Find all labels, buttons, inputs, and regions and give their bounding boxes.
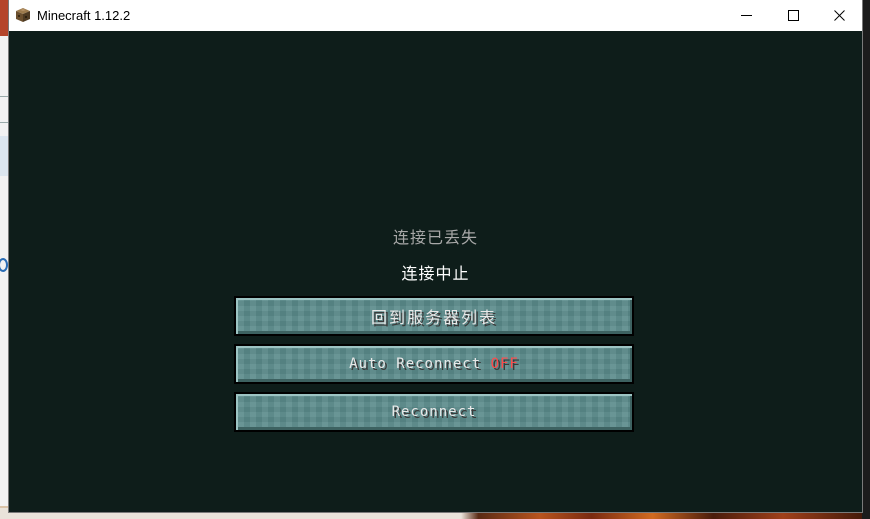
maximize-icon	[787, 10, 799, 21]
window-title: Minecraft 1.12.2	[37, 8, 131, 23]
minecraft-block-icon	[16, 8, 30, 22]
desktop-background	[0, 0, 8, 36]
minimize-button[interactable]	[723, 0, 769, 31]
auto-reconnect-text: Auto Reconnect	[349, 356, 482, 372]
auto-reconnect-toggle[interactable]: Auto Reconnect OFF	[234, 344, 634, 384]
desktop-background-right	[862, 0, 870, 519]
maximize-button[interactable]	[770, 0, 816, 31]
game-screen: 连接已丢失 连接中止 回到服务器列表 Auto Reconnect OFF Re…	[9, 31, 862, 512]
minecraft-window: Minecraft 1.12.2 连接已丢失 连接中止 回到服务器列表 Auto…	[9, 0, 862, 512]
disconnect-title: 连接已丢失	[392, 228, 478, 247]
reconnect-button[interactable]: Reconnect	[234, 392, 634, 432]
minimize-icon	[740, 15, 752, 16]
disconnect-reason: 连接中止	[401, 264, 470, 283]
close-button[interactable]	[816, 0, 862, 31]
auto-reconnect-label: Auto Reconnect OFF	[349, 356, 519, 372]
back-to-server-list-button[interactable]: 回到服务器列表	[234, 296, 634, 336]
close-icon	[833, 10, 845, 21]
title-bar[interactable]: Minecraft 1.12.2	[9, 0, 862, 31]
auto-reconnect-state: OFF	[490, 356, 519, 372]
back-to-server-list-label: 回到服务器列表	[370, 308, 497, 327]
reconnect-label: Reconnect	[391, 404, 477, 420]
